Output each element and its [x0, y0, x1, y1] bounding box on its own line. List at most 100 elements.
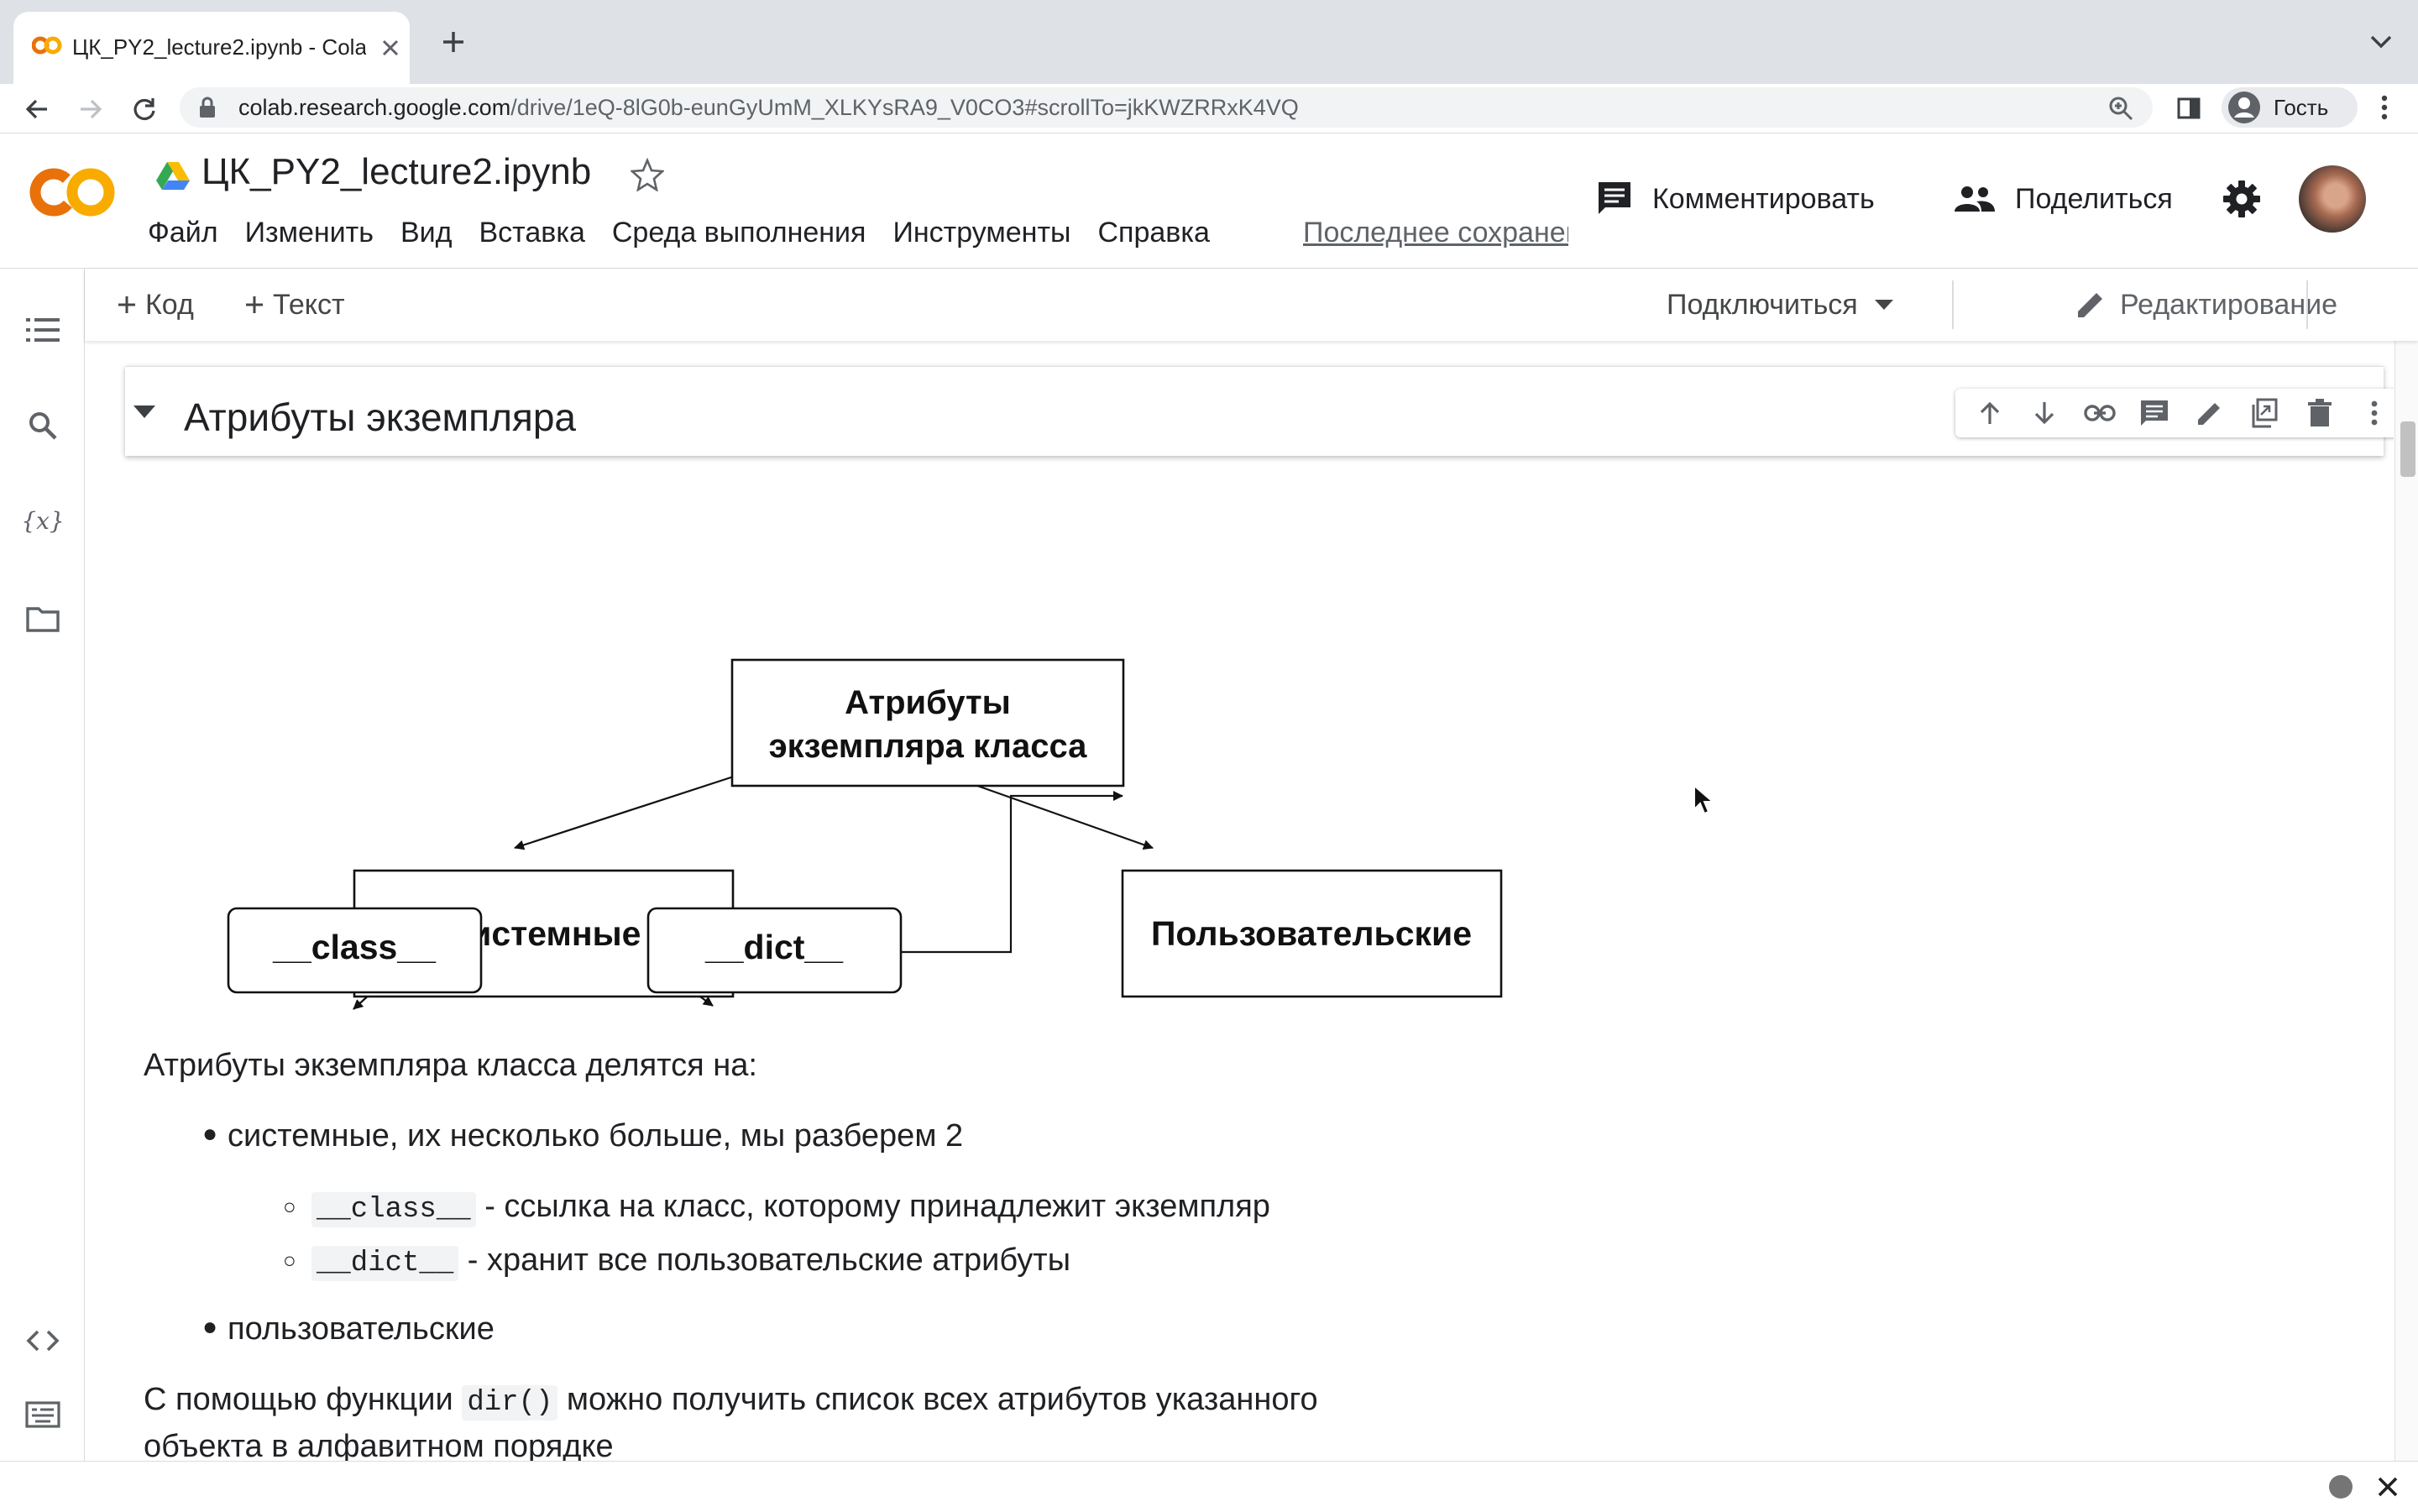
diagram-class-label: __class__	[272, 928, 437, 966]
code-snippets-icon[interactable]	[22, 1320, 64, 1362]
scrollbar-thumb[interactable]	[2400, 421, 2415, 477]
inline-code-dir: dir()	[462, 1385, 558, 1420]
dir-paragraph-continued: объекта в алфавитном порядке	[144, 1429, 614, 1461]
zoom-icon[interactable]	[2107, 94, 2135, 123]
move-up-arrow-icon[interactable]	[1971, 394, 2009, 432]
diagram-dict-label: __dict__	[704, 928, 844, 966]
mouse-cursor-icon	[1693, 783, 1715, 820]
profile-avatar-icon	[2227, 91, 2262, 124]
diagram-root-line1: Атрибуты	[845, 684, 1011, 721]
diagram-user-label: Пользовательские	[1151, 914, 1472, 953]
close-icon[interactable]	[2373, 1472, 2403, 1502]
dir-prefix: С помощью функции	[144, 1382, 463, 1417]
status-indicator[interactable]	[2329, 1475, 2353, 1499]
profile-button[interactable]: Гость	[2222, 87, 2358, 128]
arrow-dict-to-user	[901, 791, 1123, 954]
google-drive-icon[interactable]	[156, 160, 190, 191]
add-code-label: Код	[145, 288, 194, 321]
browser-tab-strip: ЦК_PY2_lecture2.ipynb - Colab	[0, 0, 2418, 84]
dropdown-arrow-icon[interactable]	[1874, 300, 1893, 310]
url-text[interactable]: colab.research.google.com/drive/1eQ-8lG0…	[238, 94, 1299, 121]
side-panel-icon[interactable]	[2175, 94, 2203, 123]
add-text-button[interactable]: Текст	[244, 285, 345, 324]
tab-title: ЦК_PY2_lecture2.ipynb - Colab	[72, 34, 366, 60]
notebook-scrollbar[interactable]	[2394, 341, 2418, 1461]
section-title: Атрибуты экземпляра	[184, 395, 576, 439]
mirror-cell-icon[interactable]	[2245, 394, 2284, 432]
address-bar[interactable]: colab.research.google.com/drive/1eQ-8lG0…	[180, 87, 2153, 128]
collapse-section-triangle-icon[interactable]	[133, 405, 155, 419]
browser-menu-icon[interactable]	[2369, 92, 2400, 123]
menu-tools[interactable]: Инструменты	[892, 214, 1070, 251]
profile-label: Гость	[2274, 95, 2329, 120]
intro-paragraph: Атрибуты экземпляра класса делятся на:	[144, 1048, 757, 1083]
menu-edit[interactable]: Изменить	[245, 214, 374, 251]
menu-bar: Файл Изменить Вид Вставка Среда выполнения Ин…	[148, 214, 1237, 251]
lock-icon[interactable]	[198, 96, 217, 119]
tab-search-chevron-icon[interactable]	[2364, 25, 2398, 59]
search-icon[interactable]	[22, 405, 64, 447]
menu-help[interactable]: Справка	[1097, 214, 1209, 251]
share-button[interactable]: Поделиться	[1953, 174, 2173, 224]
back-arrow-icon[interactable]	[22, 94, 52, 124]
bullet-user: пользовательские	[228, 1311, 495, 1347]
menu-file[interactable]: Файл	[148, 214, 218, 251]
menu-insert[interactable]: Вставка	[479, 214, 584, 251]
cell-toolbar	[1955, 389, 2394, 437]
pencil-edit-icon[interactable]	[2190, 394, 2229, 432]
comment-icon	[1595, 180, 1634, 217]
arrow-root-to-system	[514, 771, 747, 850]
new-tab-plus-icon[interactable]	[437, 25, 470, 59]
browser-toolbar: colab.research.google.com/drive/1eQ-8lG0…	[0, 84, 2418, 133]
browser-tab[interactable]: ЦК_PY2_lecture2.ipynb - Colab	[13, 12, 410, 84]
pencil-icon	[2075, 289, 2107, 321]
diagram-root-line2: экземпляра класса	[769, 728, 1088, 765]
colab-header: ЦК_PY2_lecture2.ipynb Файл Изменить Вид Вст…	[0, 133, 2418, 269]
variables-icon[interactable]: {x}	[22, 500, 64, 542]
delete-trash-icon[interactable]	[2300, 394, 2339, 432]
share-label: Поделиться	[2015, 182, 2173, 215]
colab-favicon-icon	[32, 35, 62, 55]
sub-bullet-class: __class__ - ссылка на класс, которому пр…	[311, 1185, 1270, 1231]
files-folder-icon[interactable]	[22, 598, 64, 640]
forward-arrow-icon[interactable]	[76, 94, 106, 124]
sub-bullet-dict: __dict__ - хранит все пользовательские а…	[311, 1239, 1070, 1284]
command-palette-icon[interactable]	[22, 1394, 64, 1436]
move-down-arrow-icon[interactable]	[2025, 394, 2064, 432]
add-code-button[interactable]: Код	[117, 285, 194, 324]
bullet-system: системные, их несколько больше, мы разбе…	[228, 1118, 964, 1154]
user-avatar[interactable]	[2299, 165, 2366, 233]
menu-runtime[interactable]: Среда выполнения	[612, 214, 866, 251]
section-heading-cell[interactable]: Атрибуты экземпляра	[125, 366, 2394, 456]
comment-icon[interactable]	[2135, 394, 2174, 432]
link-icon[interactable]	[2080, 394, 2119, 432]
people-icon	[1953, 185, 1997, 213]
left-sidebar: {x}	[0, 269, 85, 1461]
notebook-content: Атрибуты экземпляра Атрибуты экземпляра …	[85, 341, 2394, 1461]
sub-bullet-circle: ○	[283, 1248, 296, 1273]
plus-icon	[244, 295, 264, 315]
reload-icon[interactable]	[129, 94, 160, 124]
svg-text:{x}: {x}	[24, 507, 62, 535]
star-icon[interactable]	[628, 155, 667, 194]
inline-code-class: __class__	[311, 1192, 476, 1227]
toolbar-divider	[1952, 280, 1954, 329]
toolbar-divider	[2306, 280, 2308, 329]
menu-view[interactable]: Вид	[400, 214, 453, 251]
bullet-dot: ●	[202, 1313, 218, 1341]
table-of-contents-icon[interactable]	[22, 309, 64, 351]
instance-attributes-diagram: Атрибуты экземпляра класса Системные Пол…	[227, 658, 1503, 1010]
comment-button[interactable]: Комментировать	[1595, 174, 1875, 224]
more-options-icon[interactable]	[2355, 394, 2394, 432]
last-saved-link[interactable]: Последнее сохранение	[1303, 214, 1568, 251]
connect-button[interactable]: Подключиться	[1667, 285, 1893, 324]
sub-bullet-circle: ○	[283, 1194, 296, 1219]
settings-gear-icon[interactable]	[2220, 177, 2264, 221]
colab-logo-icon[interactable]	[29, 167, 116, 217]
editing-mode-button[interactable]: Редактирование	[2075, 285, 2337, 324]
tab-close-icon[interactable]	[376, 34, 405, 62]
add-text-label: Текст	[273, 288, 345, 321]
sub-bullet-dict-text: - хранит все пользовательские атрибуты	[458, 1243, 1071, 1278]
sub-bullet-class-text: - ссылка на класс, которому принадлежит …	[475, 1189, 1270, 1224]
notebook-title[interactable]: ЦК_PY2_lecture2.ipynb	[202, 150, 591, 194]
